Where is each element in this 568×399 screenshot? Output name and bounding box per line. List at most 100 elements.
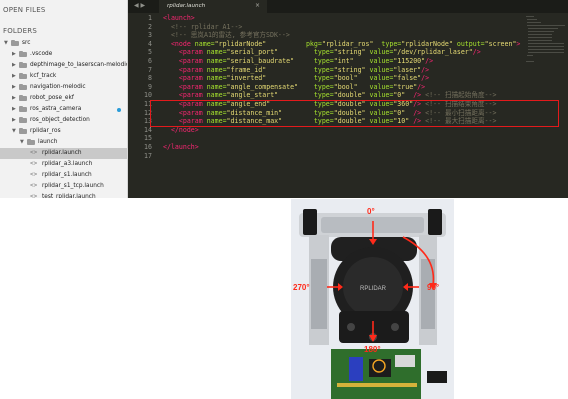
rplidar-device-illustration: RPLIDAR <box>291 199 454 399</box>
folders-header: FOLDERS <box>3 27 37 35</box>
tab-label: rplidar.launch <box>167 3 206 9</box>
folder-icon <box>19 61 27 68</box>
chevron-right-icon[interactable]: ▶ <box>12 73 18 79</box>
folder-icon <box>19 72 27 79</box>
highlight-box-angle-params <box>150 100 559 127</box>
tree-item-label: launch <box>38 139 58 145</box>
chevron-right-icon[interactable]: ▶ <box>12 117 18 123</box>
chevron-down-icon[interactable]: ▼ <box>12 128 18 134</box>
sidebar-folder-item[interactable]: ▶ ros_object_detection <box>0 115 127 126</box>
tree-item-label: navigation-melodic <box>30 84 86 90</box>
sidebar-folder-item[interactable]: ▶ ros_astra_camera <box>0 104 127 115</box>
line-number: 3 <box>148 31 152 40</box>
sidebar-file-item[interactable]: <> rplidar_s1_tcp.launch <box>0 181 127 192</box>
chevron-right-icon[interactable]: ▶ <box>12 106 18 112</box>
folder-icon <box>19 83 27 90</box>
file-code-icon: <> <box>30 193 38 198</box>
tree-item-label: ros_object_detection <box>30 117 90 123</box>
folder-icon <box>19 127 27 134</box>
folder-icon <box>27 138 35 145</box>
tree-item-label: rplidar_s1_tcp.launch <box>42 183 104 189</box>
line-number: 2 <box>148 22 152 31</box>
line-number: 12 <box>144 108 152 117</box>
chevron-right-icon[interactable]: ▶ <box>12 95 18 101</box>
modified-dot-icon <box>117 107 121 112</box>
tab-bar: ◀ ▶ rplidar.launch × <box>128 0 568 13</box>
file-code-icon: <> <box>30 160 38 167</box>
angle-label-left: 270° <box>293 283 310 292</box>
code-line[interactable]: <param name="serial_baudrate" type="int"… <box>163 57 433 66</box>
folder-icon <box>19 50 27 57</box>
code-line[interactable]: <node name="rplidarNode" pkg="rplidar_ro… <box>163 40 520 49</box>
tree-item-label: rplidar_a3.launch <box>42 161 93 167</box>
sidebar-folder-item[interactable]: ▼ src <box>0 38 127 49</box>
open-files-header: OPEN FILES <box>3 6 46 14</box>
sidebar-folder-item[interactable]: ▼ rplidar_ros <box>0 126 127 137</box>
line-number: 17 <box>144 151 152 160</box>
tab-nav-arrows[interactable]: ◀ ▶ <box>134 2 145 9</box>
folder-icon <box>19 94 27 101</box>
tree-item-label: .vscode <box>30 51 53 57</box>
line-number: 11 <box>144 100 152 108</box>
tree-item-label: rplidar.launch <box>42 150 82 156</box>
tree-item-label: depthimage_to_laserscan-melodic-de <box>30 62 127 68</box>
angle-label-bottom: 180° <box>364 345 381 354</box>
chevron-right-icon[interactable]: ▶ <box>12 51 18 57</box>
sidebar-folder-item[interactable]: ▶ robot_pose_ekf <box>0 93 127 104</box>
tree-item-label: rplidar_ros <box>30 128 61 134</box>
tab-rplidar-launch[interactable]: rplidar.launch × <box>159 0 267 13</box>
folder-icon <box>19 116 27 123</box>
sidebar-folder-item[interactable]: ▶ navigation-melodic <box>0 82 127 93</box>
sidebar-file-item[interactable]: <> rplidar_a3.launch <box>0 159 127 170</box>
chevron-right-icon[interactable]: ▶ <box>12 84 18 90</box>
code-editor[interactable]: ◀ ▶ rplidar.launch × 1 2 3 4 5 6 7 8 9 10 11 12 13 14… <box>128 0 568 198</box>
code-line[interactable]: </launch> <box>163 143 199 152</box>
line-number: 1 <box>148 14 152 22</box>
folder-icon <box>19 105 27 112</box>
sidebar-file-item[interactable]: <> rplidar_s1.launch <box>0 170 127 181</box>
minimap[interactable] <box>524 14 566 134</box>
line-number: 16 <box>144 143 152 151</box>
line-number: 4 <box>148 39 152 48</box>
file-code-icon: <> <box>30 182 38 189</box>
code-line[interactable]: <param name="frame_id" type="string" val… <box>163 66 429 75</box>
chevron-down-icon[interactable]: ▼ <box>20 139 26 145</box>
line-number: 14 <box>144 125 152 134</box>
file-code-icon: <> <box>30 149 38 156</box>
code-line[interactable]: <param name="inverted" type="bool" value… <box>163 74 429 83</box>
sidebar-file-item[interactable]: <> test_rplidar.launch <box>0 192 127 198</box>
line-number: 13 <box>144 117 152 126</box>
code-line[interactable]: <param name="serial_port" type="string" … <box>163 48 481 57</box>
sidebar-file-item[interactable]: <> rplidar.launch <box>0 148 127 159</box>
tree-item-label: robot_pose_ekf <box>30 95 74 101</box>
code-line[interactable]: <!-- 思岚A1的雷达, 参考官方SDK--> <box>163 31 290 40</box>
sidebar: OPEN FILES FOLDERS ▼ src ▶ .vscode ▶ depthima… <box>0 0 128 198</box>
close-icon[interactable]: × <box>255 2 260 9</box>
device-logo-text: RPLIDAR <box>360 286 387 292</box>
sidebar-folder-item[interactable]: ▶ depthimage_to_laserscan-melodic-de <box>0 60 127 71</box>
angle-label-top: 0° <box>367 207 375 216</box>
line-number: 9 <box>148 82 152 91</box>
sidebar-folder-item[interactable]: ▼ launch <box>0 137 127 148</box>
line-number: 7 <box>148 65 152 74</box>
tree-item-label: rplidar_s1.launch <box>42 172 92 178</box>
code-line[interactable]: </node> <box>163 126 199 135</box>
code-line[interactable]: <!-- rplidar A1--> <box>163 23 242 32</box>
code-line[interactable]: <param name="angle_start" type="double" … <box>163 91 497 100</box>
tree-item-label: ros_astra_camera <box>30 106 82 112</box>
tree-item-label: test_rplidar.launch <box>42 194 96 198</box>
chevron-down-icon[interactable]: ▼ <box>4 40 10 46</box>
line-number: 6 <box>148 57 152 65</box>
tree-item-label: src <box>22 40 31 46</box>
code-line[interactable]: <launch> <box>163 14 195 23</box>
file-code-icon: <> <box>30 171 38 178</box>
line-number: 8 <box>148 74 152 83</box>
angle-label-right: 90° <box>427 283 440 292</box>
rplidar-photo: RPLIDAR 0° 270° 90° 180° <box>291 199 454 399</box>
sidebar-folder-item[interactable]: ▶ kcf_track <box>0 71 127 82</box>
chevron-right-icon[interactable]: ▶ <box>12 62 18 68</box>
line-number: 5 <box>148 48 152 57</box>
sidebar-folder-item[interactable]: ▶ .vscode <box>0 49 127 60</box>
line-number: 10 <box>144 91 152 100</box>
folder-icon <box>11 39 19 46</box>
